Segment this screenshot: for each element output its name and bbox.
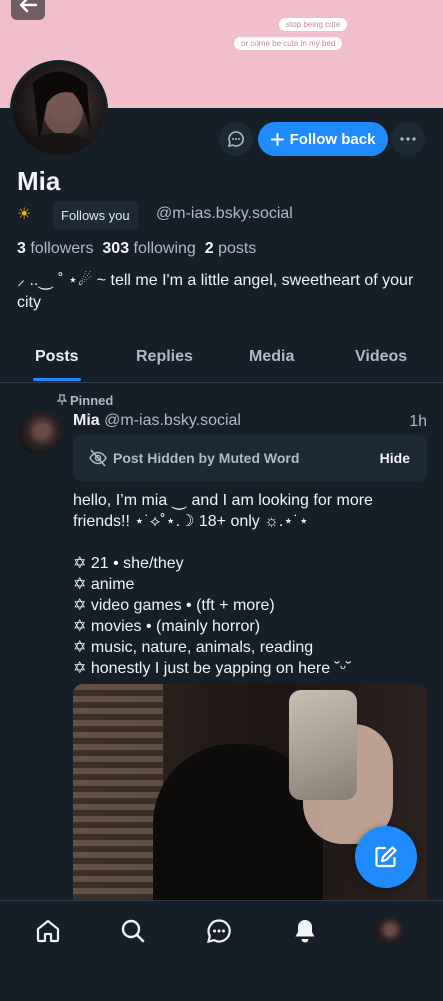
chat-icon (207, 919, 231, 943)
follows-you-badge: Follows you (53, 201, 138, 229)
pinned-indicator: Pinned (56, 393, 114, 408)
active-tab-indicator (33, 378, 81, 381)
profile-avatar-icon (375, 917, 403, 945)
following-label: following (133, 240, 196, 257)
nav-notifications[interactable] (289, 915, 321, 947)
compose-icon (375, 846, 397, 868)
posts-count: 2 (204, 240, 214, 257)
image-phone (289, 690, 357, 800)
post-line (73, 532, 433, 553)
post-author-handle[interactable]: @m-ias.bsky.social (104, 412, 241, 429)
profile-avatar[interactable] (10, 60, 108, 158)
tab-media[interactable]: Media (249, 348, 294, 366)
arrow-left-icon (19, 0, 38, 13)
posts-stat: 2 posts (205, 240, 257, 257)
post-line: ✡ anime (73, 576, 135, 593)
profile-name: Mia (17, 166, 61, 196)
followers-count: 3 (17, 240, 26, 257)
tab-videos[interactable]: Videos (355, 348, 407, 366)
post-line: ✡ honestly I just be yapping on here ˘ᵕ˘ (73, 660, 352, 677)
bell-icon (295, 920, 315, 943)
following-count: 303 (102, 240, 130, 257)
muted-word-text: Post Hidden by Muted Word (113, 450, 300, 466)
profile-tabs: Posts Replies Media Videos (0, 338, 443, 383)
profile-emoji: ☀ (17, 206, 32, 223)
post-line: ✡ 21 • she/they (73, 555, 184, 572)
nav-search[interactable] (117, 915, 149, 947)
following-link[interactable]: 303 following (102, 240, 195, 257)
post-line: ✡ music, nature, animals, reading (73, 639, 314, 656)
post-header: Mia @m-ias.bsky.social (73, 412, 241, 430)
back-button[interactable] (11, 0, 45, 20)
post-author-avatar[interactable] (18, 411, 62, 455)
nav-chat[interactable] (203, 915, 235, 947)
tab-replies[interactable]: Replies (136, 348, 193, 366)
pinned-label: Pinned (70, 393, 114, 408)
post-text: hello, I’m mia ⏝ and I am looking for mo… (73, 490, 433, 679)
banner-text-2: or come be cute in my bed (234, 37, 343, 50)
followers-label: followers (30, 240, 94, 257)
hide-button[interactable]: Hide (380, 450, 410, 466)
home-icon (36, 919, 60, 943)
ellipsis-icon (400, 137, 416, 141)
post-timestamp[interactable]: 1h (409, 413, 427, 431)
eye-slash-icon (89, 449, 107, 467)
avatar-photo (21, 71, 97, 155)
banner-text-1: stop being cute (279, 18, 348, 31)
search-icon (121, 919, 145, 943)
nav-home[interactable] (32, 915, 64, 947)
profile-bio: ⸝ ..⏝ ˚ ⋆☄︎ ~ tell me I'm a little angel… (17, 272, 414, 311)
bottom-navigation (0, 900, 443, 1001)
post-line: ✡ movies • (mainly horror) (73, 618, 261, 635)
message-button[interactable] (219, 122, 253, 156)
muted-word-notice: Post Hidden by Muted Word Hide (73, 435, 427, 481)
plus-icon (270, 132, 284, 146)
image-blinds (73, 684, 163, 914)
follow-back-button[interactable]: Follow back (258, 122, 388, 156)
posts-label: posts (218, 240, 257, 257)
follow-back-label: Follow back (289, 130, 376, 148)
chat-icon (227, 131, 244, 148)
tab-posts[interactable]: Posts (35, 348, 79, 366)
post-line: friends!! ⋆˙⟡˚⋆.☽ 18+ only ☼.⋆˙⋆ (73, 513, 309, 530)
pin-icon (56, 394, 68, 405)
profile-handle: @m-ias.bsky.social (156, 205, 293, 222)
more-options-button[interactable] (391, 122, 425, 156)
post-line: hello, I’m mia ⏝ and I am looking for mo… (73, 492, 373, 509)
post-line: ✡ video games • (tft + more) (73, 597, 275, 614)
nav-profile[interactable] (373, 915, 405, 947)
compose-button[interactable] (355, 826, 417, 888)
profile-stats: 3 followers 303 following 2 posts (17, 240, 256, 258)
followers-link[interactable]: 3 followers (17, 240, 94, 257)
post-author-name[interactable]: Mia (73, 412, 100, 429)
